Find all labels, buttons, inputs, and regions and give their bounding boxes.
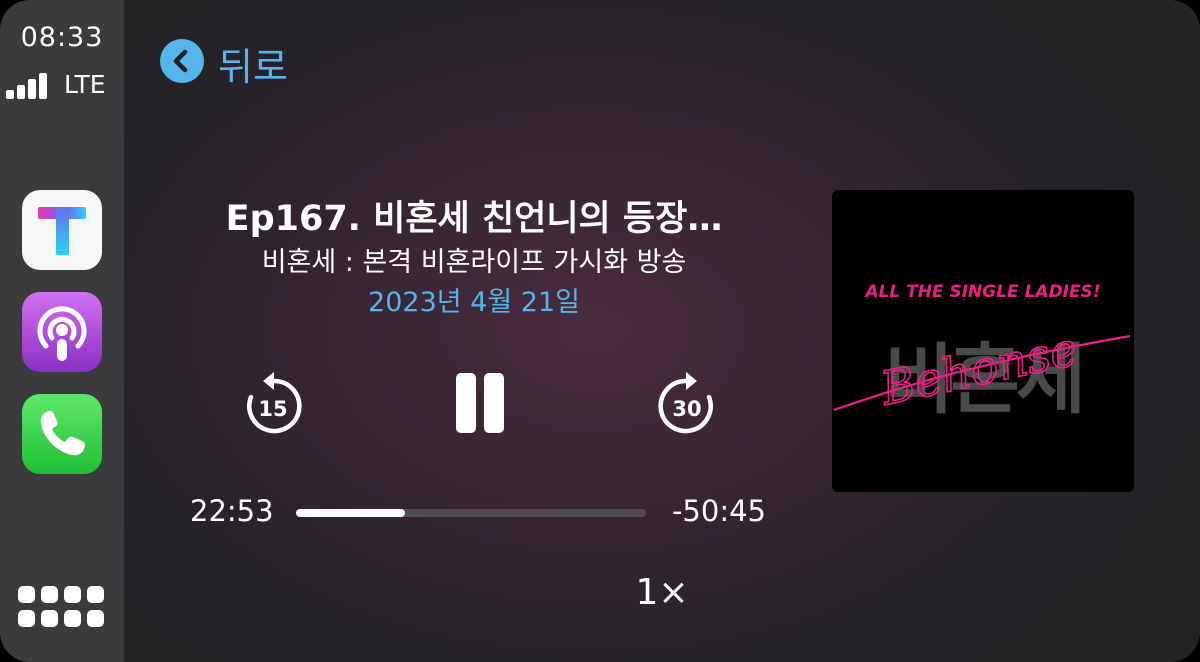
podcasts-app-icon[interactable] — [22, 292, 102, 372]
back-label: 뒤로 — [218, 45, 288, 89]
now-playing-panel: 뒤로 Ep167. 비혼세 친언니의 등장… 비혼세 : 본격 비혼라이프 가시… — [124, 0, 1200, 662]
skip-back-15-button[interactable]: 15 — [238, 370, 308, 440]
app-grid-icon[interactable] — [18, 586, 106, 632]
artwork-script-signature: Behonse — [833, 321, 1131, 417]
remaining-time: -50:45 — [671, 494, 766, 528]
skip-back-15-icon: 15 — [247, 372, 302, 434]
episode-title: Ep167. 비혼세 친언니의 등장… — [225, 199, 723, 239]
network-type: LTE — [64, 70, 106, 99]
show-name: 비혼세 : 본격 비혼라이프 가시화 방송 — [261, 247, 687, 278]
pause-button[interactable] — [450, 368, 510, 440]
podcasts-icon — [37, 306, 87, 361]
playback-speed-button[interactable]: 1× — [614, 572, 710, 613]
signal-strength-icon — [6, 73, 58, 99]
skip-forward-30-icon: 30 — [658, 372, 713, 434]
podcast-artwork: ALL THE SINGLE LADIES! 비혼세 Behonse — [832, 190, 1134, 492]
tmap-icon — [38, 207, 86, 255]
phone-app-icon[interactable] — [22, 394, 102, 474]
skip-forward-label: 30 — [672, 397, 701, 421]
progress-scrubber[interactable] — [296, 509, 646, 517]
back-button[interactable]: 뒤로 — [160, 34, 320, 89]
skip-back-label: 15 — [258, 397, 287, 421]
status-signal: LTE — [6, 70, 118, 102]
carplay-screen: 08:33 LTE 뒤로 Ep167. 비혼세 친언니의 등장… 비혼세: 본… — [0, 0, 1200, 662]
status-time: 08:33 — [20, 22, 104, 53]
carplay-sidebar: 08:33 LTE — [0, 0, 124, 662]
skip-forward-30-button[interactable]: 30 — [652, 370, 722, 440]
phone-icon — [40, 410, 85, 456]
progress-fill — [296, 509, 405, 517]
tmap-app-icon[interactable] — [22, 190, 102, 270]
chevron-left-icon — [160, 39, 204, 83]
svg-text:Behonse: Behonse — [875, 322, 1082, 416]
episode-date: 2023년 4월 21일 — [368, 287, 580, 318]
elapsed-time: 22:53 — [190, 494, 274, 528]
